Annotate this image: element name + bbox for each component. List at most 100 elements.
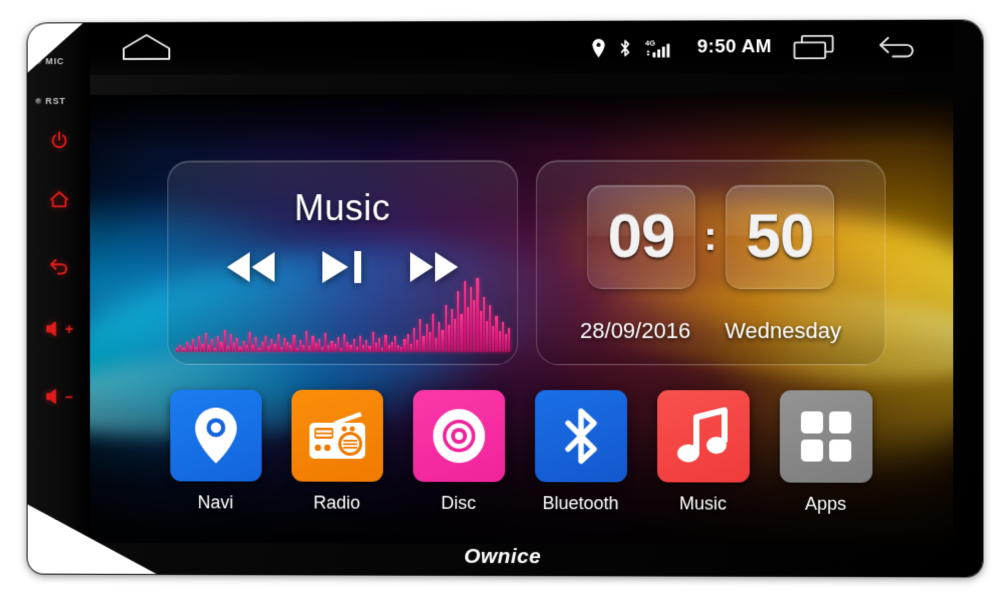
app-tile-apps[interactable] [779,390,872,482]
visualizer-bar [183,348,185,352]
home-widgets: Music 09: 50 28/09/2016 Wednesday [90,145,953,376]
visualizer-bar [211,339,213,352]
visualizer-bar [388,345,390,352]
visualizer-bar [331,341,333,352]
visualizer-bar [223,330,225,352]
visualizer-bar [356,347,358,352]
visualizer-bar [280,347,282,352]
app-label-apps: Apps [805,494,846,515]
visualizer-bar [480,311,482,352]
app-tile-radio[interactable] [291,390,383,482]
visualizer-bar [321,347,323,352]
home-button[interactable] [28,185,90,215]
app-grid-icon [799,410,851,462]
map-pin-icon [192,407,240,465]
visualizer-bar [473,300,475,352]
touchscreen-display[interactable]: Music 09: 50 28/09/2016 Wednesday Navi … [90,93,953,545]
clock-hours: 09 [608,206,675,268]
location-pin-icon [592,38,605,57]
visualizer-bar [441,330,443,352]
app-label-radio: Radio [313,493,360,514]
visualizer-bar [505,334,507,352]
visualizer-bar [340,347,342,351]
app-disc[interactable]: Disc [412,390,506,514]
back-button[interactable] [28,250,90,280]
reset-indicator[interactable]: RST [36,96,66,106]
volume-up-sign: + [65,322,73,336]
visualizer-bar [381,347,383,351]
volume-up-button[interactable]: + [28,314,90,344]
app-tile-disc[interactable] [413,390,505,482]
visualizer-bar [391,342,393,352]
visualizer-bar [208,345,210,352]
app-tile-navi[interactable] [170,390,261,482]
visualizer-bar [249,332,251,352]
reset-dot-icon[interactable] [36,98,42,104]
clock-widget[interactable]: 09 : 50 28/09/2016 Wednesday [536,159,886,365]
visualizer-bar [451,309,453,352]
volume-down-button[interactable]: – [28,382,90,412]
volume-up-icon [44,320,64,338]
music-widget[interactable]: Music [167,160,518,365]
app-tile-music[interactable] [657,390,749,482]
app-tile-bluetooth[interactable] [535,390,627,482]
visualizer-bar [499,331,501,352]
visualizer-bar [186,341,188,351]
visualizer-bar [205,333,207,352]
app-music[interactable]: Music [656,390,750,514]
visualizer-bar [274,344,276,352]
flip-clock: 09 : 50 [537,183,885,291]
visualizer-bar [236,338,238,352]
brand-logo: Ownice [28,544,983,571]
visualizer-bar [422,336,424,352]
visualizer-bar [378,338,380,352]
status-clock: 9:50 AM [697,36,772,58]
visualizer-bar [483,297,485,352]
head-unit-device: MIC RST + – 4G 9:50 AM Music 09: 50 28/… [28,21,983,577]
visualizer-bar [328,345,330,352]
visualizer-bar [337,337,339,352]
visualizer-bar [318,339,320,352]
visualizer-bar [309,346,311,352]
visualizer-bar [416,340,418,352]
visualizer-bar [195,347,197,352]
clock-minutes-card: 50 [726,185,835,289]
volume-down-sign: – [65,390,73,404]
power-icon [48,130,70,152]
clock-date: 28/09/2016 [580,318,690,344]
clock-weekday: Wednesday [725,318,841,344]
visualizer-bar [230,334,232,352]
visualizer-bar [239,347,241,352]
app-apps[interactable]: Apps [778,390,873,515]
visualizer-bar [410,344,412,352]
visualizer-bar [252,345,254,352]
visualizer-bar [394,336,396,352]
power-button[interactable] [28,126,90,156]
visualizer-bar [334,344,336,352]
visualizer-bar [432,314,434,352]
app-bluetooth[interactable]: Bluetooth [534,390,628,514]
visualizer-bar [246,344,248,351]
visualizer-bar [290,345,292,352]
visualizer-bar [375,343,377,352]
home-icon [47,189,71,211]
mic-dot-icon [36,58,42,64]
visualizer-bar [255,337,257,352]
visualizer-bar [233,343,235,352]
visualizer-bar [315,343,317,352]
status-home-button[interactable] [120,31,174,66]
app-radio[interactable]: Radio [290,390,384,514]
visualizer-bar [508,328,510,352]
clock-separator: : [701,217,719,257]
visualizer-bar [369,346,371,352]
app-navi[interactable]: Navi [169,390,262,514]
visualizer-bar [486,321,488,352]
signal-bars-icon: 4G [645,37,673,58]
recent-apps-icon[interactable] [792,34,836,60]
mic-indicator: MIC [36,56,65,66]
visualizer-bar [403,339,405,352]
visualizer-bar [429,332,431,352]
music-visualizer [176,278,511,352]
status-back-icon[interactable] [877,33,919,60]
visualizer-bar [397,345,399,352]
